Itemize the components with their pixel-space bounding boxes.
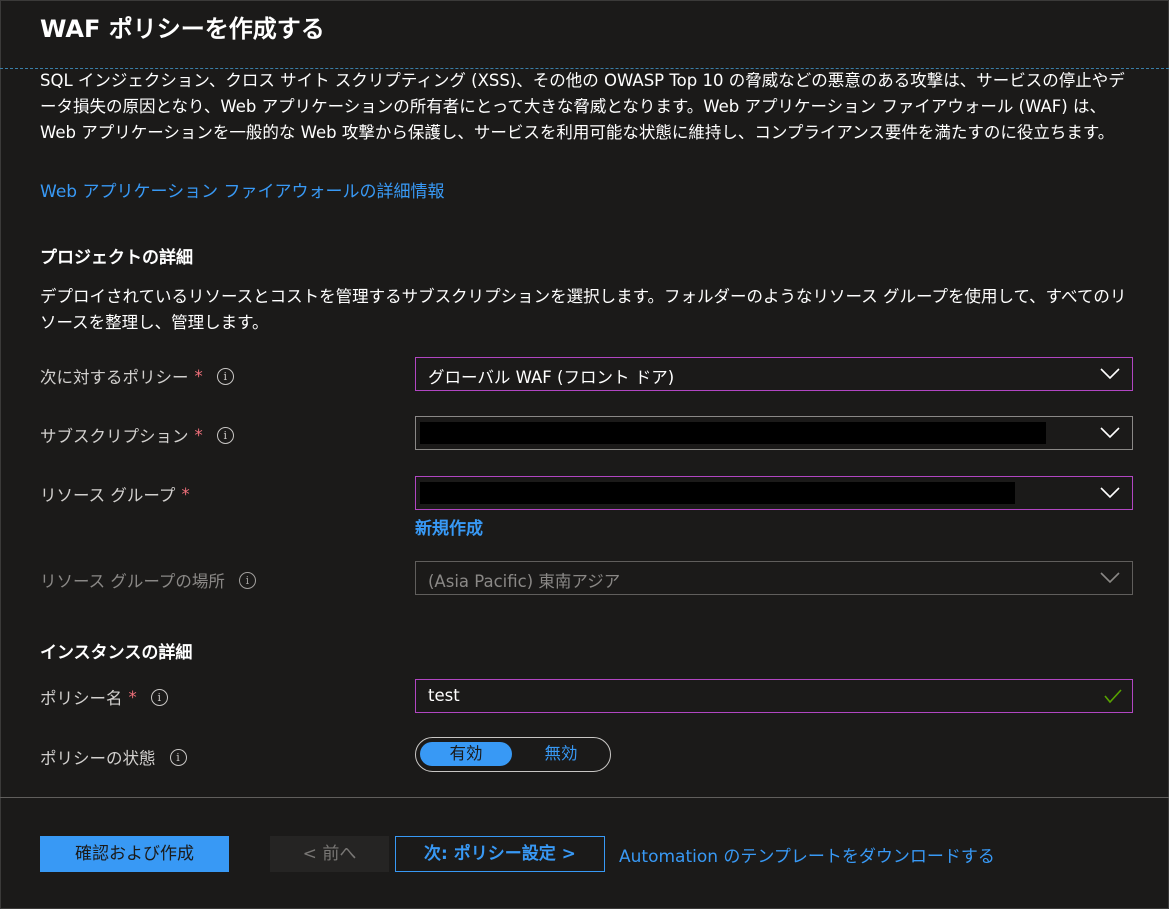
policy-for-label-text: 次に対するポリシー (40, 368, 189, 387)
instance-details-heading: インスタンスの詳細 (40, 643, 193, 663)
policy-state-enabled-option[interactable]: 有効 (420, 742, 512, 766)
policy-state-label-text: ポリシーの状態 (40, 749, 156, 768)
resource-group-label: リソース グループ * (40, 482, 190, 506)
required-marker: * (194, 366, 203, 386)
resource-group-location-label: リソース グループの場所 i (40, 568, 256, 592)
create-new-resource-group-link[interactable]: 新規作成 (415, 514, 483, 539)
blade-header: WAF ポリシーを作成する (0, 0, 1169, 69)
subscription-dropdown[interactable] (415, 416, 1133, 450)
subscription-label: サブスクリプション * i (40, 423, 234, 447)
checkmark-icon (1104, 689, 1122, 704)
previous-button: < 前へ (270, 836, 389, 872)
info-icon[interactable]: i (150, 688, 168, 706)
required-marker: * (181, 484, 190, 504)
chevron-down-icon (1100, 572, 1120, 584)
next-policy-settings-button[interactable]: 次: ポリシー設定 > (395, 836, 605, 872)
subscription-label-text: サブスクリプション (40, 427, 189, 446)
project-details-heading: プロジェクトの詳細 (40, 248, 193, 268)
chevron-down-icon (1100, 427, 1120, 439)
download-automation-template-link[interactable]: Automation のテンプレートをダウンロードする (619, 842, 995, 867)
info-icon[interactable]: i (238, 571, 256, 589)
policy-name-label: ポリシー名 * i (40, 685, 168, 709)
required-marker: * (194, 425, 203, 445)
policy-state-toggle[interactable]: 有効 無効 (415, 737, 611, 772)
resource-group-location-label-text: リソース グループの場所 (40, 572, 225, 591)
review-create-button[interactable]: 確認および作成 (40, 836, 229, 872)
resource-group-dropdown[interactable] (415, 476, 1133, 510)
redacted-value (420, 422, 1046, 444)
resource-group-label-text: リソース グループ (40, 486, 176, 505)
info-icon[interactable]: i (216, 426, 234, 444)
project-details-description: デプロイされているリソースとコストを管理するサブスクリプションを選択します。フォ… (40, 287, 1127, 332)
policy-name-label-text: ポリシー名 (40, 689, 123, 708)
policy-for-dropdown[interactable]: グローバル WAF (フロント ドア) (415, 357, 1133, 391)
policy-for-label: 次に対するポリシー * i (40, 364, 234, 388)
resource-group-location-dropdown: (Asia Pacific) 東南アジア (415, 561, 1133, 595)
chevron-down-icon (1100, 368, 1120, 380)
required-marker: * (128, 687, 137, 707)
policy-state-disabled-option[interactable]: 無効 (516, 742, 606, 766)
redacted-value (420, 482, 1015, 504)
policy-name-value: test (428, 686, 460, 705)
page-title: WAF ポリシーを作成する (40, 15, 325, 43)
info-icon[interactable]: i (169, 748, 187, 766)
resource-group-location-value: (Asia Pacific) 東南アジア (428, 572, 621, 591)
info-icon[interactable]: i (216, 367, 234, 385)
intro-description: SQL インジェクション、クロス サイト スクリプティング (XSS)、その他の… (40, 71, 1125, 142)
chevron-down-icon (1100, 487, 1120, 499)
learn-more-link[interactable]: Web アプリケーション ファイアウォールの詳細情報 (40, 177, 445, 202)
policy-state-label: ポリシーの状態 i (40, 745, 187, 769)
policy-for-value: グローバル WAF (フロント ドア) (428, 368, 675, 387)
policy-name-input[interactable]: test (415, 679, 1133, 713)
footer-divider (0, 797, 1169, 798)
